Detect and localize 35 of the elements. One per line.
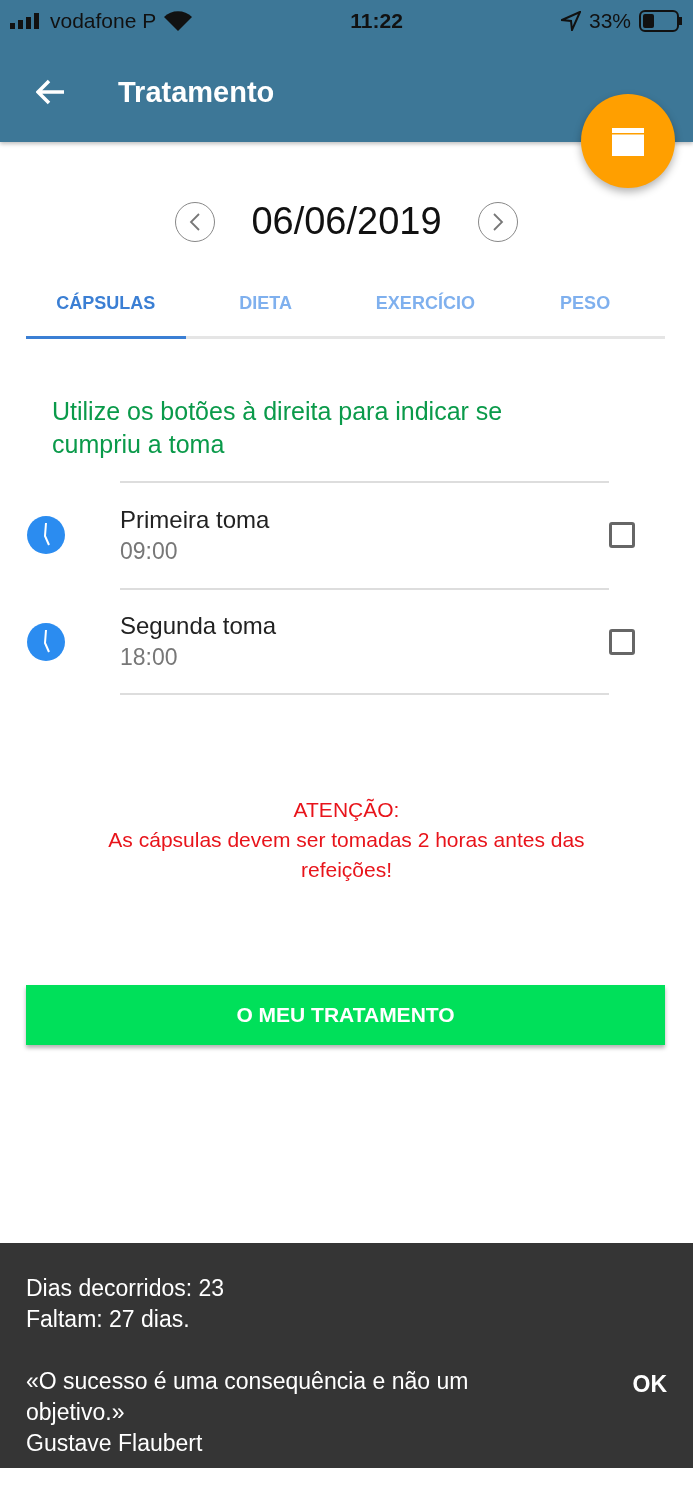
calendar-icon [612,126,644,156]
tab[interactable]: PESO [505,283,665,339]
warning-title: ATENÇÃO: [293,797,400,823]
battery-icon [639,10,683,32]
location-arrow-icon [560,11,581,31]
dose-name: Primeira toma [120,506,271,534]
chevron-left-icon [188,212,203,231]
clock-icon [26,621,66,662]
my-treatment-button[interactable]: O MEU TRATAMENTO [26,985,665,1045]
progress-text: Faltam: 27 dias. [26,1305,191,1334]
dose-name: Segunda toma [120,612,278,640]
calendar-button[interactable] [581,94,675,188]
wifi-icon [164,11,193,31]
dose-checkbox[interactable] [609,521,635,548]
carrier-name: vodafone P [50,9,157,33]
tab[interactable]: EXERCÍCIO [345,283,506,339]
progress-text: Dias decorridos: 23 [26,1274,226,1303]
dose-time: 09:00 [120,538,179,565]
dose-checkbox[interactable] [609,628,635,655]
quote-text: «O sucesso é uma consequência e não um objetivo.» [26,1367,470,1427]
clock-icon [26,514,66,555]
chevron-right-icon [490,212,505,231]
signal-icon [10,13,42,29]
battery-percent: 33% [588,9,631,33]
back-arrow-icon[interactable] [36,79,66,105]
screen-title: Tratamento [118,75,275,109]
current-date: 06/06/2019 [251,200,442,243]
warning-text: As cápsulas devem ser tomadas 2 horas antes das refeições! [107,827,586,883]
tab[interactable]: CÁPSULAS [26,283,186,339]
clock-time: 11:22 [350,9,403,33]
quote-author: Gustave Flaubert [26,1429,204,1458]
instruction-text: Utilize os botões à direita para indicar se cumpriu a toma [52,396,504,460]
dose-time: 18:00 [120,644,179,671]
ok-button[interactable]: OK [632,1371,667,1398]
tab[interactable]: DIETA [185,283,346,339]
